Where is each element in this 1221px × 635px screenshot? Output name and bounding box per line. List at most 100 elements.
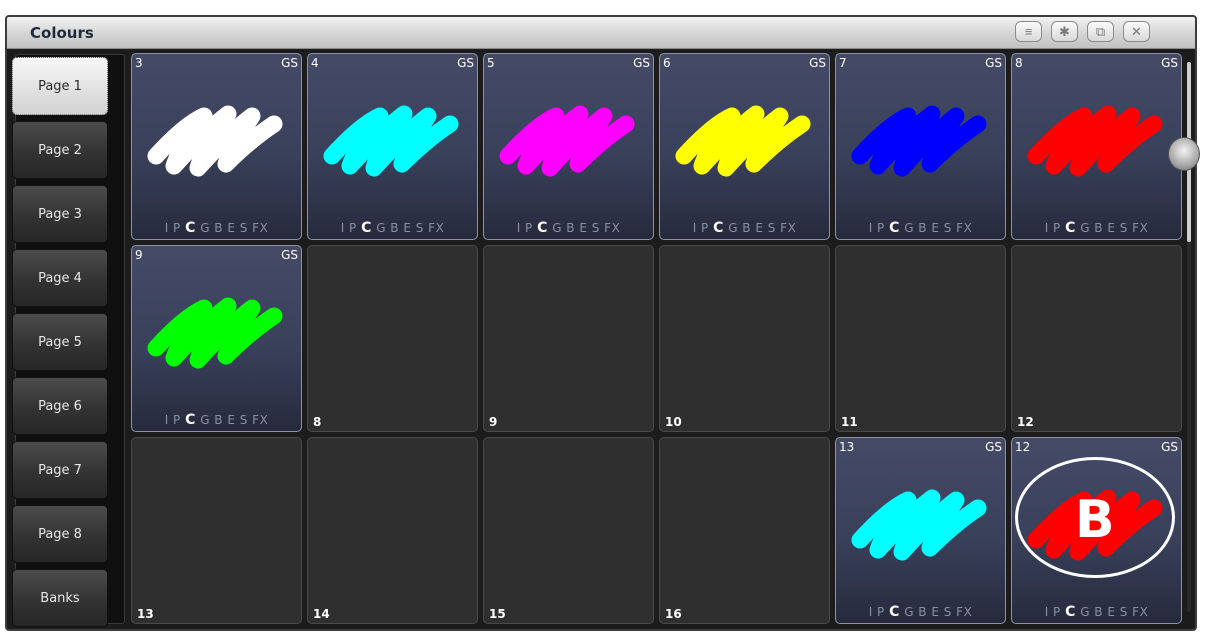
attribute-inactive-post: G B E S FX	[899, 221, 973, 235]
palette-cell[interactable]: 5 GS I P C G B E S FX	[483, 53, 654, 240]
attribute-inactive-post: G B E S FX	[547, 221, 621, 235]
gear-icon: ✱	[1059, 24, 1070, 39]
palette-number: 13	[839, 440, 855, 454]
close-button[interactable]: ✕	[1123, 21, 1150, 42]
palette-number: 4	[311, 56, 319, 70]
palette-number: 5	[487, 56, 495, 70]
empty-palette-cell[interactable]: 13	[131, 437, 302, 624]
scroll-knob[interactable]	[1168, 137, 1200, 171]
menu-button[interactable]: ≡	[1015, 21, 1042, 42]
palette-number: 10	[665, 415, 682, 429]
empty-palette-cell[interactable]: 16	[659, 437, 830, 624]
palette-number: 7	[839, 56, 847, 70]
page-button-3[interactable]: Page 3	[12, 185, 108, 243]
palette-number: 3	[135, 56, 143, 70]
colour-swatch-icon	[147, 105, 283, 177]
settings-button[interactable]: ✱	[1051, 21, 1078, 42]
empty-palette-cell[interactable]: 9	[483, 245, 654, 432]
palette-cell[interactable]: 8 GS I P C G B E S FX	[1011, 53, 1182, 240]
attribute-inactive-post: G B E S FX	[1075, 605, 1149, 619]
palette-number: 12	[1017, 415, 1034, 429]
attribute-inactive-pre: I P	[1044, 221, 1066, 235]
title-bar: Colours ≡ ✱ ⧉ ✕	[7, 17, 1195, 49]
page-button-1[interactable]: Page 1	[12, 57, 108, 115]
attribute-inactive-pre: I P	[164, 221, 186, 235]
attribute-mask: I P C G B E S FX	[132, 412, 301, 428]
empty-palette-cell[interactable]: 8	[307, 245, 478, 432]
close-icon: ✕	[1131, 24, 1142, 39]
palette-number: 13	[137, 607, 154, 621]
palette-number: 9	[489, 415, 498, 429]
attribute-mask: I P C G B E S FX	[1012, 220, 1181, 236]
palette-cell[interactable]: 6 GS I P C G B E S FX	[659, 53, 830, 240]
palette-number: 16	[665, 607, 682, 621]
gs-label: GS	[633, 56, 650, 70]
attribute-mask: I P C G B E S FX	[484, 220, 653, 236]
page-button-4[interactable]: Page 4	[12, 249, 108, 307]
attribute-inactive-post: G B E S FX	[899, 605, 973, 619]
empty-palette-cell[interactable]: 12	[1011, 245, 1182, 432]
attribute-inactive-post: G B E S FX	[371, 221, 445, 235]
attribute-inactive-pre: I P	[164, 413, 186, 427]
empty-palette-cell[interactable]: 15	[483, 437, 654, 624]
attribute-inactive-post: G B E S FX	[723, 221, 797, 235]
palette-cell[interactable]: 4 GS I P C G B E S FX	[307, 53, 478, 240]
annotation-letter: B	[1075, 490, 1115, 550]
page-button-6[interactable]: Page 6	[12, 377, 108, 435]
attribute-active: C	[361, 220, 372, 236]
attribute-active: C	[1065, 220, 1076, 236]
attribute-mask: I P C G B E S FX	[132, 220, 301, 236]
attribute-inactive-post: G B E S FX	[195, 221, 269, 235]
empty-palette-cell[interactable]: 14	[307, 437, 478, 624]
colour-swatch-icon	[147, 297, 283, 369]
attribute-mask: I P C G B E S FX	[308, 220, 477, 236]
colour-swatch-icon	[851, 489, 987, 561]
gs-label: GS	[281, 248, 298, 262]
banks-button[interactable]: Banks	[12, 569, 108, 627]
palette-number: 14	[313, 607, 330, 621]
resize-button[interactable]: ⧉	[1087, 21, 1114, 42]
gs-label: GS	[1161, 56, 1178, 70]
palette-cell[interactable]: 13 GS I P C G B E S FX	[835, 437, 1006, 624]
attribute-mask: I P C G B E S FX	[836, 220, 1005, 236]
attribute-active: C	[889, 604, 900, 620]
empty-palette-cell[interactable]: 10	[659, 245, 830, 432]
page-button-5[interactable]: Page 5	[12, 313, 108, 371]
attribute-active: C	[889, 220, 900, 236]
attribute-inactive-pre: I P	[868, 605, 890, 619]
palette-number: 6	[663, 56, 671, 70]
palette-cell[interactable]: 3 GS I P C G B E S FX	[131, 53, 302, 240]
colour-swatch-icon	[675, 105, 811, 177]
attribute-mask: I P C G B E S FX	[836, 604, 1005, 620]
palette-number: 11	[841, 415, 858, 429]
palette-number: 8	[313, 415, 322, 429]
palette-cell[interactable]: 9 GS I P C G B E S FX	[131, 245, 302, 432]
page-button-7[interactable]: Page 7	[12, 441, 108, 499]
palette-number: 12	[1015, 440, 1031, 454]
window-title: Colours	[30, 24, 94, 42]
empty-palette-cell[interactable]: 11	[835, 245, 1006, 432]
menu-icon: ≡	[1024, 24, 1033, 39]
colour-swatch-icon	[851, 105, 987, 177]
palette-cell[interactable]: 7 GS I P C G B E S FX	[835, 53, 1006, 240]
colour-swatch-icon	[323, 105, 459, 177]
palette-number: 15	[489, 607, 506, 621]
page-button-8[interactable]: Page 8	[12, 505, 108, 563]
resize-icon: ⧉	[1095, 24, 1106, 39]
colour-swatch-icon	[1027, 105, 1163, 177]
gs-label: GS	[809, 56, 826, 70]
attribute-active: C	[1065, 604, 1076, 620]
colour-swatch-icon	[499, 105, 635, 177]
gs-label: GS	[281, 56, 298, 70]
gs-label: GS	[1161, 440, 1178, 454]
attribute-inactive-pre: I P	[1044, 605, 1066, 619]
palette-number: 9	[135, 248, 143, 262]
attribute-inactive-post: G B E S FX	[1075, 221, 1149, 235]
page-button-2[interactable]: Page 2	[12, 121, 108, 179]
gs-label: GS	[457, 56, 474, 70]
attribute-active: C	[537, 220, 548, 236]
attribute-active: C	[185, 220, 196, 236]
palette-number: 8	[1015, 56, 1023, 70]
attribute-inactive-pre: I P	[340, 221, 362, 235]
attribute-inactive-pre: I P	[692, 221, 714, 235]
